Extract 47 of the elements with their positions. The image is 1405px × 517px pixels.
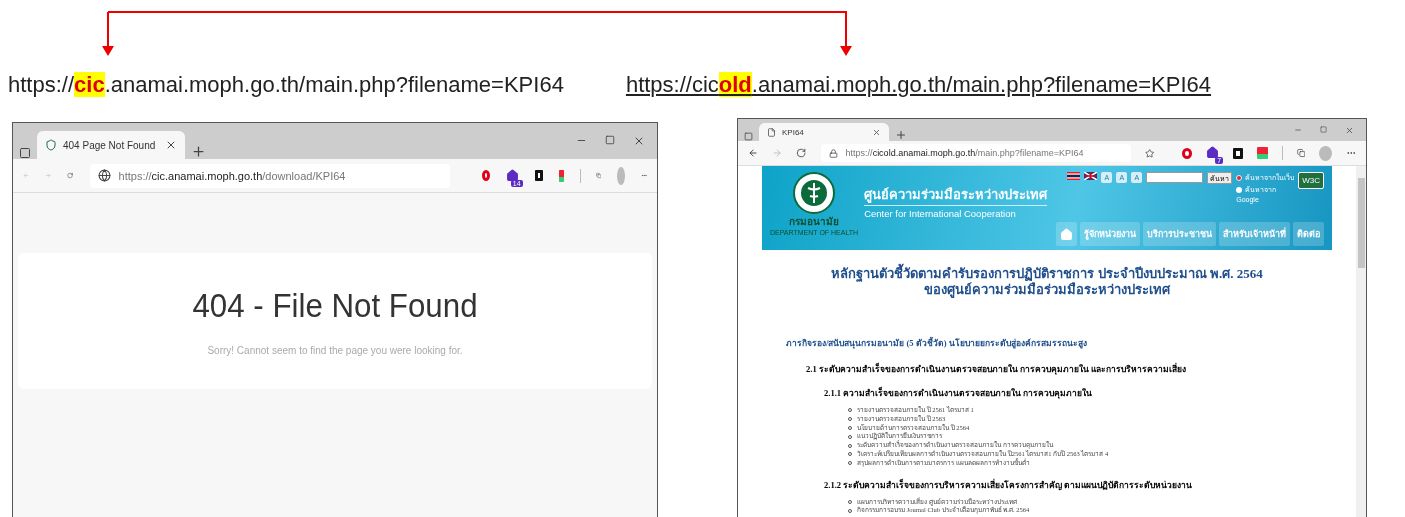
close-tab-icon[interactable] bbox=[165, 139, 177, 151]
square-extension-icon[interactable] bbox=[534, 170, 543, 181]
page-heading: ของศูนย์ความร่วมมือร่วมมือระหว่างประเทศ bbox=[923, 282, 1172, 298]
subsection-title: 2.1.1 ความสำเร็จของการดำเนินงานตรวจสอบภายใน การควบคุมภายใน bbox=[823, 386, 1094, 400]
tab-actions-icon[interactable] bbox=[744, 132, 753, 141]
opera-icon[interactable] bbox=[1181, 147, 1193, 159]
address-bar[interactable]: https://cicold.anamai.moph.go.th/main.php?filename=KPI64 bbox=[820, 144, 1131, 162]
opera-icon[interactable] bbox=[481, 170, 490, 181]
back-icon[interactable] bbox=[748, 147, 759, 159]
error-heading: 404 - File Not Found bbox=[192, 286, 478, 325]
new-tab-icon[interactable] bbox=[191, 144, 206, 159]
radio-button[interactable] bbox=[1236, 174, 1243, 181]
search-field[interactable] bbox=[1146, 172, 1204, 183]
section-title: 2.1 ระดับความสำเร็จของการดำเนินงานตรวจสอบภายใน การควบคุมภายใน และการบริหารความเสี่ยง bbox=[805, 362, 1187, 376]
error-message: Sorry! Cannot seem to find the page you were looking for. bbox=[207, 345, 463, 356]
new-tab-icon[interactable] bbox=[895, 129, 907, 141]
favorite-icon[interactable] bbox=[1144, 147, 1154, 159]
emblem-icon bbox=[793, 172, 836, 214]
close-icon[interactable] bbox=[1345, 125, 1354, 135]
close-icon[interactable] bbox=[633, 135, 645, 147]
shield-icon bbox=[45, 139, 57, 151]
org-name: กรมอนามัย bbox=[789, 215, 840, 229]
page-icon bbox=[767, 127, 776, 137]
collections-icon[interactable] bbox=[1296, 148, 1305, 158]
app-extension-icon[interactable] bbox=[1257, 147, 1268, 159]
url-label: https://cicold.anamai.moph.go.th/main.php?filename=KPI64 bbox=[625, 72, 1212, 98]
subsection-title: 2.1.2 ระดับความสำเร็จของการบริหารความเสี่ยงโครงการสำคัญ ตามแผนปฏิบัติการระดับหน่วยงาน bbox=[823, 477, 1194, 492]
thai-flag-icon[interactable] bbox=[1067, 172, 1081, 180]
reload-icon[interactable] bbox=[796, 147, 807, 159]
w3c-badge: W3C bbox=[1298, 172, 1324, 189]
browser-tab[interactable]: KPI64 bbox=[759, 123, 889, 141]
site-subtitle: Center for International Cooperation bbox=[864, 208, 1017, 219]
browser-tab[interactable]: 404 Page Not Found bbox=[37, 131, 185, 159]
url-label: https://cic.anamai.moph.go.th/main.php?filename=KPI64 bbox=[8, 72, 564, 98]
home-icon bbox=[1060, 227, 1073, 241]
address-bar[interactable]: https://cic.anamai.moph.go.th/download/KPI64 bbox=[89, 163, 450, 188]
square-extension-icon[interactable] bbox=[1233, 147, 1244, 159]
tab-actions-icon[interactable] bbox=[19, 147, 31, 159]
radio-button[interactable] bbox=[1236, 186, 1243, 193]
site-title: ศูนย์ความร่วมมือระหว่างประเทศ bbox=[864, 184, 1048, 206]
scrollbar[interactable] bbox=[1356, 166, 1366, 517]
mission-link[interactable]: ภารกิจรอง/สนับสนุนกรมอนามัย (5 ตัวชี้วัด) นโยบายยกระดับสู่องค์กรสมรรถนะสูง bbox=[762, 336, 1332, 350]
maximize-icon[interactable] bbox=[605, 135, 615, 145]
app-extension-icon[interactable] bbox=[558, 169, 564, 182]
close-tab-icon[interactable] bbox=[872, 127, 881, 137]
maximize-icon[interactable] bbox=[1320, 125, 1327, 133]
uk-flag-icon[interactable] bbox=[1084, 172, 1098, 180]
